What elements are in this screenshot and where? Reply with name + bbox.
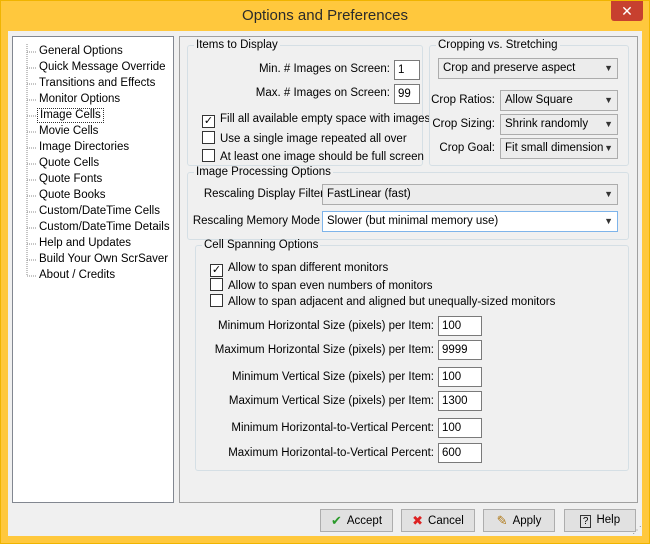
dialog-body: General Options Quick Message Override Tra… (8, 31, 642, 536)
cancel-button[interactable]: ✖ Cancel (401, 509, 475, 532)
tree-item-custom-datetime-details[interactable]: Custom/DateTime Details (37, 220, 172, 235)
tree-item-quote-books[interactable]: Quote Books (37, 188, 107, 203)
title-bar[interactable]: Options and Preferences ✕ (1, 1, 649, 31)
min-ratio-label: Minimum Horizontal-to-Vertical Percent: (231, 422, 434, 434)
cancel-label: Cancel (428, 515, 464, 527)
span-adjacent-checkbox[interactable]: Allow to span adjacent and aligned but u… (210, 294, 555, 308)
tree-item-help-and-updates[interactable]: Help and Updates (37, 236, 133, 251)
apply-button[interactable]: ✎ Apply (483, 509, 555, 532)
tree-item-about-credits[interactable]: About / Credits (37, 268, 117, 283)
chevron-down-icon: ▼ (604, 95, 613, 105)
min-images-input[interactable]: 1 (394, 60, 420, 80)
crop-sizing-label: Crop Sizing: (432, 118, 495, 130)
span-even-checkbox[interactable]: Allow to span even numbers of monitors (210, 278, 433, 292)
tree-item-build-your-own-scrsaver[interactable]: Build Your Own ScrSaver (37, 252, 170, 267)
span-different-checkbox[interactable]: ✓ Allow to span different monitors (210, 262, 388, 277)
memory-mode-label: Rescaling Memory Mode (192, 215, 320, 227)
crop-ratios-label: Crop Ratios: (431, 94, 495, 106)
tree-item-quote-fonts[interactable]: Quote Fonts (37, 172, 104, 187)
max-vertical-input[interactable]: 1300 (438, 391, 482, 411)
tree-item-quote-cells[interactable]: Quote Cells (37, 156, 101, 171)
display-filter-label: Rescaling Display Filter (203, 188, 324, 200)
min-ratio-input[interactable]: 100 (438, 418, 482, 438)
resize-grip-icon[interactable]: ⋰ (632, 525, 642, 536)
display-filter-value: FastLinear (fast) (327, 188, 411, 200)
x-icon: ✖ (412, 513, 424, 528)
options-window: Options and Preferences ✕ General Option… (0, 0, 650, 544)
chevron-down-icon: ▼ (604, 143, 613, 153)
crop-ratios-select[interactable]: Allow Square ▼ (500, 90, 618, 111)
min-images-label: Min. # Images on Screen: (258, 63, 390, 75)
span-different-check-icon: ✓ (210, 264, 223, 277)
chevron-down-icon: ▼ (604, 119, 613, 129)
span-different-label: Allow to span different monitors (228, 262, 389, 274)
max-images-input[interactable]: 99 (394, 84, 420, 104)
close-button[interactable]: ✕ (611, 1, 643, 21)
question-icon: ? (579, 515, 592, 528)
check-icon: ✔ (330, 513, 342, 528)
max-horizontal-input[interactable]: 9999 (438, 340, 482, 360)
image-processing-legend: Image Processing Options (196, 166, 331, 178)
span-even-check-icon (210, 278, 223, 291)
max-vertical-label: Maximum Vertical Size (pixels) per Item: (228, 395, 434, 407)
accept-button[interactable]: ✔ Accept (320, 509, 393, 532)
items-to-display-legend: Items to Display (196, 39, 278, 51)
crop-goal-select[interactable]: Fit small dimension ▼ (500, 138, 618, 159)
single-image-label: Use a single image repeated all over (220, 133, 407, 145)
display-filter-select[interactable]: FastLinear (fast) ▼ (322, 184, 618, 205)
tree-lines (26, 44, 37, 277)
single-image-checkbox[interactable]: Use a single image repeated all over (202, 131, 407, 145)
memory-mode-select[interactable]: Slower (but minimal memory use) ▼ (322, 211, 618, 232)
tree-item-general-options[interactable]: General Options (37, 44, 125, 59)
chevron-down-icon: ▼ (604, 63, 613, 73)
tree-item-image-directories[interactable]: Image Directories (37, 140, 131, 155)
single-image-check-icon (202, 131, 215, 144)
pencil-icon: ✎ (496, 513, 508, 528)
tree-item-custom-datetime-cells[interactable]: Custom/DateTime Cells (37, 204, 162, 219)
full-screen-check-icon (202, 149, 215, 162)
crop-ratios-value: Allow Square (505, 94, 573, 106)
full-screen-label: At least one image should be full screen (220, 151, 424, 163)
max-ratio-label: Maximum Horizontal-to-Vertical Percent: (228, 447, 434, 459)
span-even-label: Allow to span even numbers of monitors (228, 280, 433, 292)
close-icon: ✕ (621, 3, 633, 19)
tree-item-image-cells[interactable]: Image Cells (37, 108, 104, 123)
tree-item-transitions-and-effects[interactable]: Transitions and Effects (37, 76, 157, 91)
fill-space-label: Fill all available empty space with imag… (220, 113, 431, 125)
full-screen-checkbox[interactable]: At least one image should be full screen (202, 149, 424, 163)
tree-item-monitor-options[interactable]: Monitor Options (37, 92, 122, 107)
min-horizontal-label: Minimum Horizontal Size (pixels) per Ite… (217, 320, 434, 332)
crop-goal-value: Fit small dimension (505, 142, 604, 154)
cell-spanning-legend: Cell Spanning Options (204, 239, 319, 251)
crop-goal-label: Crop Goal: (439, 142, 495, 154)
min-vertical-label: Minimum Vertical Size (pixels) per Item: (232, 371, 434, 383)
tree-item-movie-cells[interactable]: Movie Cells (37, 124, 100, 139)
tree-item-quick-message-override[interactable]: Quick Message Override (37, 60, 168, 75)
fill-space-checkbox[interactable]: ✓ Fill all available empty space with ima… (202, 113, 430, 128)
crop-sizing-value: Shrink randomly (505, 118, 589, 130)
memory-mode-value: Slower (but minimal memory use) (327, 215, 499, 227)
crop-mode-select[interactable]: Crop and preserve aspect ▼ (438, 58, 618, 79)
max-ratio-input[interactable]: 600 (438, 443, 482, 463)
apply-label: Apply (512, 515, 542, 527)
accept-label: Accept (346, 515, 383, 527)
help-label: Help (596, 514, 621, 526)
fill-space-check-icon: ✓ (202, 115, 215, 128)
crop-mode-value: Crop and preserve aspect (443, 62, 576, 74)
crop-sizing-select[interactable]: Shrink randomly ▼ (500, 114, 618, 135)
window-title: Options and Preferences (242, 7, 408, 24)
span-adjacent-check-icon (210, 294, 223, 307)
chevron-down-icon: ▼ (604, 216, 613, 226)
items-to-display-group: Items to Display (187, 39, 423, 166)
min-vertical-input[interactable]: 100 (438, 367, 482, 387)
max-horizontal-label: Maximum Horizontal Size (pixels) per Ite… (214, 344, 434, 356)
options-tree[interactable]: General Options Quick Message Override Tra… (12, 36, 174, 503)
span-adjacent-label: Allow to span adjacent and aligned but u… (228, 296, 556, 308)
image-cells-panel: Items to Display Min. # Images on Screen… (179, 36, 638, 503)
help-button[interactable]: ? Help (564, 509, 636, 532)
cropping-legend: Cropping vs. Stretching (438, 39, 558, 51)
max-images-label: Max. # Images on Screen: (255, 87, 390, 99)
chevron-down-icon: ▼ (604, 189, 613, 199)
min-horizontal-input[interactable]: 100 (438, 316, 482, 336)
